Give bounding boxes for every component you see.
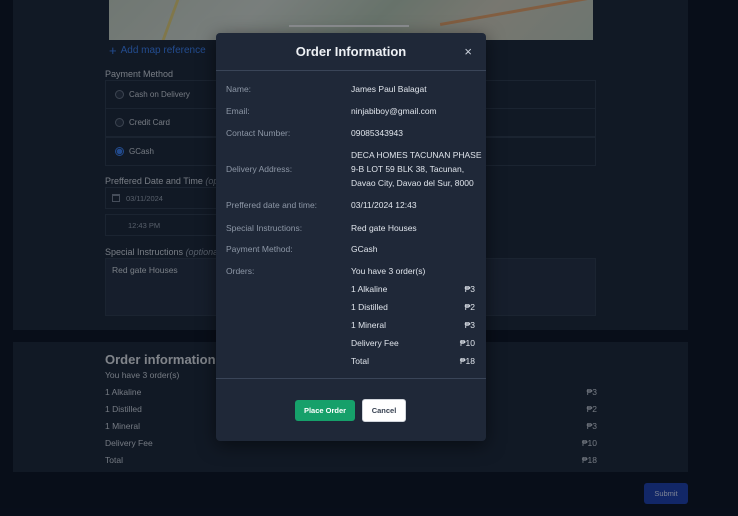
payment-method-label: Payment Method: [226, 244, 293, 254]
name-label: Name: [226, 84, 252, 94]
payment-method-value: GCash [351, 244, 378, 254]
contact-number-value: 09085343943 [351, 128, 404, 138]
order-row: Delivery Fee ₱10 [351, 338, 475, 348]
place-order-button[interactable]: Place Order [295, 400, 355, 421]
close-icon[interactable]: × [464, 45, 472, 58]
order-item-price: ₱3 [464, 320, 475, 330]
order-item-price: ₱3 [464, 284, 475, 294]
contact-number-label: Contact Number: [226, 128, 291, 138]
address-line: Davao City, Davao del Sur, 8000 [351, 178, 474, 188]
order-item-name: 1 Alkaline [351, 284, 388, 294]
order-total-row: Total ₱18 [351, 356, 475, 366]
preferred-datetime-value: 03/11/2024 12:43 [351, 200, 417, 210]
order-row: 1 Distilled ₱2 [351, 302, 475, 312]
preferred-datetime-label: Preffered date and time: [226, 200, 318, 210]
order-item-price: ₱18 [459, 356, 475, 366]
divider [216, 70, 486, 71]
order-item-name: Delivery Fee [351, 338, 399, 348]
divider [216, 378, 486, 379]
email-value: ninjabiboy@gmail.com [351, 106, 437, 116]
order-row: 1 Mineral ₱3 [351, 320, 475, 330]
special-instructions-value: Red gate Houses [351, 223, 417, 233]
order-count-text: You have 3 order(s) [351, 266, 426, 276]
order-item-name: 1 Mineral [351, 320, 386, 330]
delivery-address-value: DECA HOMES TACUNAN PHASE 9-B LOT 59 BLK … [351, 148, 482, 190]
order-item-name: 1 Distilled [351, 302, 388, 312]
order-item-price: ₱2 [464, 302, 475, 312]
address-line: DECA HOMES TACUNAN PHASE [351, 150, 482, 160]
cancel-button[interactable]: Cancel [362, 399, 406, 422]
email-label: Email: [226, 106, 250, 116]
order-information-modal: Order Information × Name: James Paul Bal… [216, 33, 486, 441]
delivery-address-label: Delivery Address: [226, 164, 293, 174]
order-row: 1 Alkaline ₱3 [351, 284, 475, 294]
order-item-price: ₱10 [459, 338, 475, 348]
name-value: James Paul Balagat [351, 84, 427, 94]
modal-title: Order Information [295, 44, 407, 59]
orders-label: Orders: [226, 266, 255, 276]
address-line: 9-B LOT 59 BLK 38, Tacunan, [351, 164, 465, 174]
order-item-name: Total [351, 356, 369, 366]
special-instructions-label: Special Instructions: [226, 223, 303, 233]
